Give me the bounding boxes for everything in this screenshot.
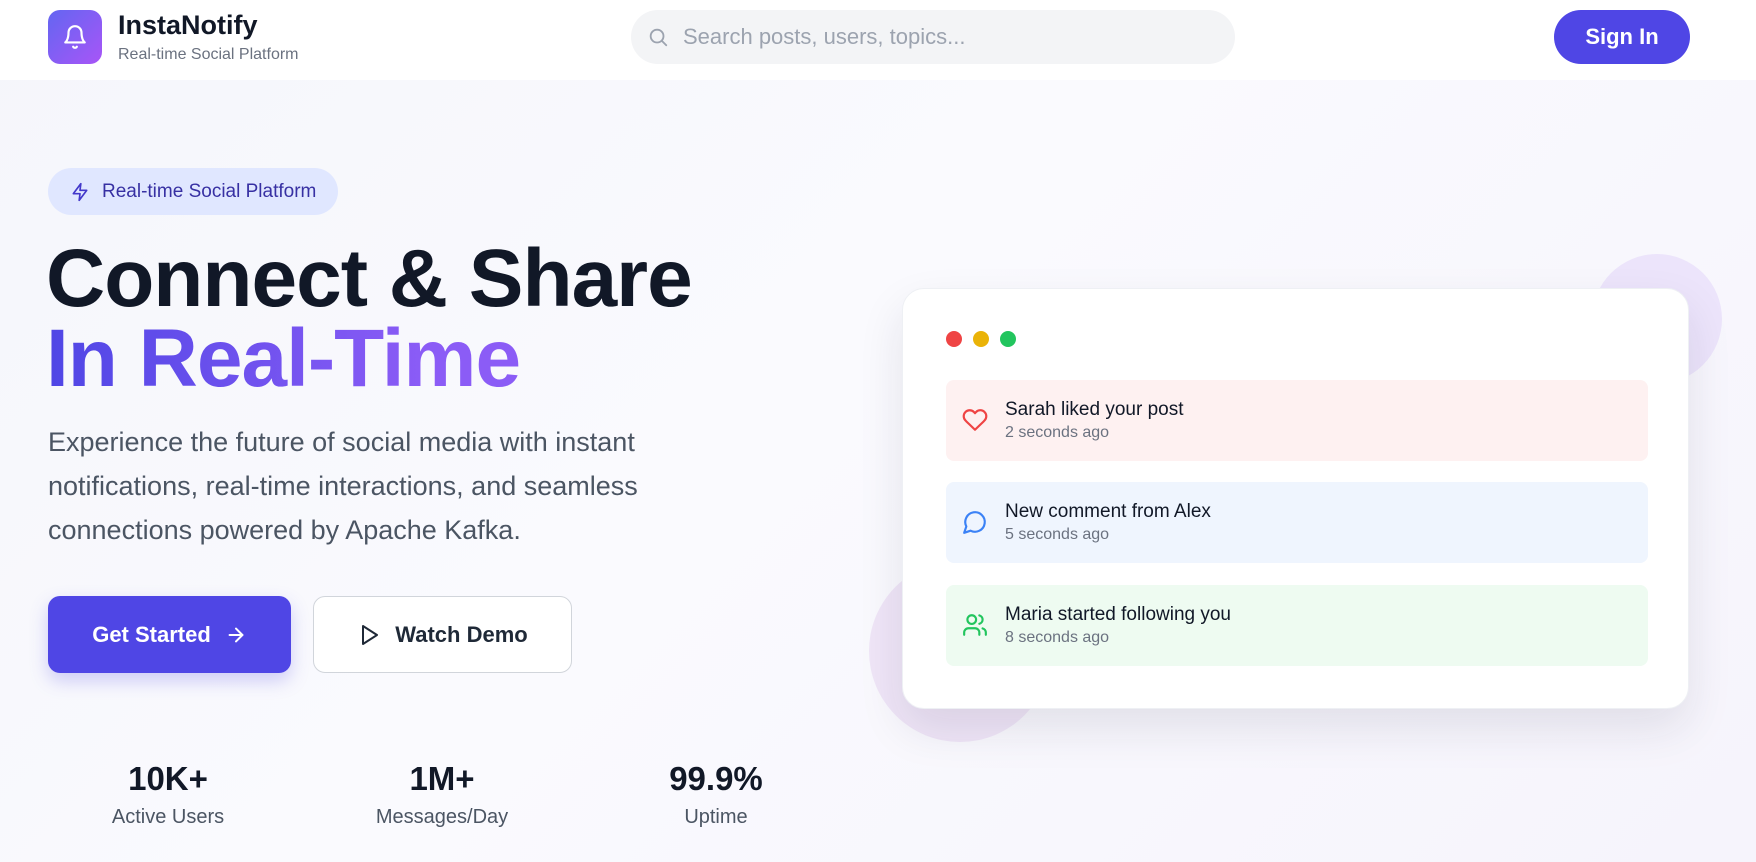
stat-messages-per-day: 1M+ Messages/Day <box>342 760 542 829</box>
window-dot-green <box>1000 331 1016 347</box>
chat-bubble-icon <box>962 509 988 540</box>
notification-time: 8 seconds ago <box>1005 629 1110 646</box>
hero-title-line2: In Real-Time <box>46 313 521 404</box>
stat-value: 99.9% <box>669 760 763 797</box>
top-navbar: InstaNotify Real-time Social Platform Si… <box>0 0 1756 80</box>
sign-in-button[interactable]: Sign In <box>1554 10 1690 64</box>
bell-icon <box>64 25 86 49</box>
brand-tagline: Real-time Social Platform <box>118 46 299 63</box>
app-logo[interactable] <box>48 10 102 64</box>
notification-preview-card: Sarah liked your post 2 seconds ago New … <box>902 288 1689 709</box>
users-icon <box>962 612 988 643</box>
notification-item[interactable]: Sarah liked your post 2 seconds ago <box>946 380 1648 461</box>
window-dot-red <box>946 331 962 347</box>
get-started-label: Get Started <box>92 621 211 647</box>
notification-title: Maria started following you <box>1005 604 1231 625</box>
stat-value: 1M+ <box>409 760 475 797</box>
heart-icon <box>962 407 988 438</box>
lightning-icon <box>72 182 88 201</box>
hero-badge-label: Real-time Social Platform <box>102 180 317 202</box>
play-icon <box>362 624 379 645</box>
notification-item[interactable]: Maria started following you 8 seconds ag… <box>946 585 1648 666</box>
search-icon <box>647 26 669 53</box>
brand-name[interactable]: InstaNotify <box>118 10 258 41</box>
notification-time: 2 seconds ago <box>1005 424 1110 441</box>
stat-label: Active Users <box>111 806 225 828</box>
arrow-right-icon <box>228 627 244 642</box>
watch-demo-label: Watch Demo <box>395 621 528 647</box>
stat-label: Uptime <box>684 806 748 828</box>
watch-demo-button[interactable]: Watch Demo <box>313 596 572 673</box>
window-dot-yellow <box>973 331 989 347</box>
search-bar[interactable] <box>631 10 1235 64</box>
stat-value: 10K+ <box>128 760 208 797</box>
stat-active-users: 10K+ Active Users <box>68 760 268 829</box>
landing-page: InstaNotify Real-time Social Platform Si… <box>0 0 1756 862</box>
hero-description: Experience the future of social media wi… <box>48 427 638 545</box>
notification-time: 5 seconds ago <box>1005 526 1110 543</box>
search-input[interactable] <box>683 10 1203 64</box>
stat-uptime: 99.9% Uptime <box>616 760 816 829</box>
stat-label: Messages/Day <box>375 806 509 828</box>
notification-title: New comment from Alex <box>1005 501 1211 522</box>
hero-badge: Real-time Social Platform <box>48 168 339 215</box>
notification-title: Sarah liked your post <box>1005 399 1184 420</box>
notification-item[interactable]: New comment from Alex 5 seconds ago <box>946 482 1648 563</box>
get-started-button[interactable]: Get Started <box>48 596 291 673</box>
